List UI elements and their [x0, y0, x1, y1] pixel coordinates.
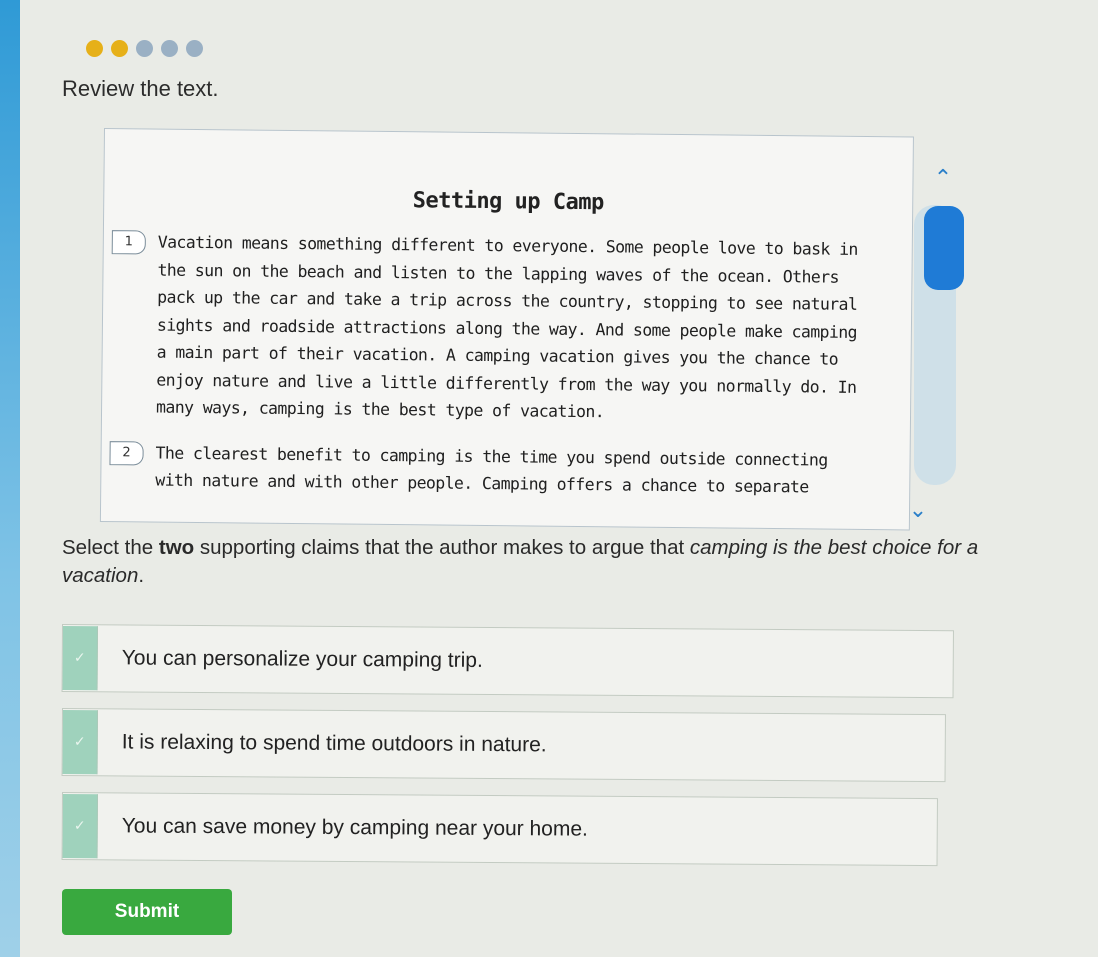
checkbox-icon[interactable]: ✓: [62, 710, 98, 775]
progress-dot-2: [111, 40, 128, 57]
paragraph-number-1: 1: [111, 230, 146, 255]
paragraph-number-2: 2: [109, 440, 144, 465]
scroll-down-icon[interactable]: ⌄: [903, 496, 933, 526]
paragraph-text-1: Vacation means something different to ev…: [155, 232, 858, 422]
passage-title: Setting up Camp: [412, 188, 604, 216]
question-part-3: .: [138, 564, 145, 587]
answer-option-1[interactable]: ✓ You can personalize your camping trip.: [61, 624, 954, 699]
progress-dot-5: [186, 40, 203, 57]
paragraph-text-2: The clearest benefit to camping is the t…: [155, 443, 828, 497]
answer-option-label: You can save money by camping near your …: [121, 814, 589, 841]
paragraph-1: 1 Vacation means something different to …: [102, 228, 912, 429]
answer-option-label: You can personalize your camping trip.: [121, 646, 483, 672]
question-part-1: Select the: [62, 536, 159, 559]
answer-option-3[interactable]: ✓ You can save money by camping near you…: [61, 792, 938, 867]
left-accent-bar: [0, 0, 20, 957]
checkbox-icon[interactable]: ✓: [62, 626, 98, 691]
question-prompt: Select the two supporting claims that th…: [62, 534, 1052, 590]
progress-dot-3: [136, 40, 153, 57]
scroll-up-icon[interactable]: ⌃: [928, 164, 958, 194]
progress-dot-1: [86, 40, 103, 57]
passage-panel[interactable]: Setting up Camp 1 Vacation means somethi…: [99, 128, 914, 531]
question-part-2: supporting claims that the author makes …: [194, 536, 690, 559]
answer-option-2[interactable]: ✓ It is relaxing to spend time outdoors …: [61, 708, 946, 783]
checkbox-icon[interactable]: ✓: [62, 794, 98, 859]
paragraph-2: 2 The clearest benefit to camping is the…: [101, 438, 910, 501]
progress-dot-4: [161, 40, 178, 57]
progress-dots: [86, 40, 203, 57]
scrollbar-thumb[interactable]: [924, 206, 964, 290]
review-title: Review the text.: [62, 76, 219, 101]
submit-button[interactable]: Submit: [62, 889, 232, 935]
answer-option-label: It is relaxing to spend time outdoors in…: [121, 730, 547, 757]
question-bold: two: [158, 536, 195, 559]
